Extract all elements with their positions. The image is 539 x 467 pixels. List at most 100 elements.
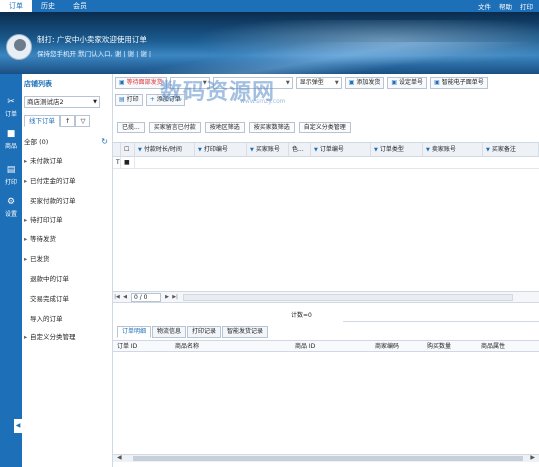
- filter-icon[interactable]: ▼: [138, 147, 142, 153]
- nav-item-settings[interactable]: ⚙ 设置: [0, 194, 22, 224]
- list-item-deposit[interactable]: ▸ 已付定金的订单: [24, 174, 110, 188]
- select-all-checkbox[interactable]: ☐: [121, 143, 135, 157]
- header-label: 打印编号: [203, 146, 228, 153]
- header-label: 卖家账号: [431, 146, 456, 153]
- filter-icon[interactable]: ▼: [250, 147, 254, 153]
- filter-button-5[interactable]: 自定义分类管理: [298, 122, 351, 133]
- filter-icon[interactable]: ▼: [198, 147, 202, 153]
- column-header[interactable]: ▼ 付款时长/时间: [135, 143, 195, 157]
- horizontal-scrollbar[interactable]: [183, 293, 513, 301]
- shop-select[interactable]: 商店测试店2 ▼: [24, 96, 100, 108]
- smart-waybill-button[interactable]: ▣ 智能电子面单号: [430, 77, 488, 89]
- list-item-shipped[interactable]: ▸ 已发货: [24, 252, 110, 266]
- button-label: 添加订单: [156, 96, 181, 103]
- tab-filter[interactable]: ▽: [75, 115, 91, 127]
- column-header[interactable]: ▼ 订单编号: [311, 143, 371, 157]
- filter-button-3[interactable]: 按地区筛选: [204, 122, 245, 133]
- next-page-button[interactable]: ▶: [163, 293, 171, 301]
- set-tracking-number-button[interactable]: ▣ 设定单号: [387, 77, 428, 89]
- tab-orders[interactable]: 订单: [0, 0, 32, 12]
- menu-help[interactable]: 帮助: [499, 1, 512, 11]
- nav-item-orders[interactable]: ✂ 订单: [0, 94, 22, 124]
- refresh-icon[interactable]: ↻: [101, 136, 108, 148]
- list-item-label: 交易完成订单: [30, 295, 69, 303]
- filter-button-2[interactable]: 买家留言已付款: [148, 122, 201, 133]
- tab-smart-shipping-log[interactable]: 智能发货记录: [222, 326, 269, 338]
- grid-pager: |◀ ◀ 0 / 0 ▶ ▶|: [113, 291, 539, 303]
- tab-logistics[interactable]: 物流信息: [152, 326, 187, 338]
- detail-grid-header: 订单 ID 商品名称 商品 ID 商家编码 购买数量 商品属性: [113, 340, 539, 352]
- detail-grid-body: [113, 352, 539, 452]
- plus-icon: +: [149, 96, 155, 103]
- tab-members[interactable]: 会员: [64, 0, 96, 12]
- grid-body: [113, 169, 539, 293]
- print-button[interactable]: ▤ 打印: [115, 94, 143, 106]
- add-order-button[interactable]: + 添加订单: [145, 94, 185, 106]
- list-item-label: 退款中的订单: [30, 275, 69, 283]
- doc-icon: ▣: [434, 79, 440, 86]
- list-item-label: 待打印订单: [30, 216, 63, 224]
- add-shipment-button[interactable]: ▣ 添加发货: [344, 77, 385, 89]
- collapse-left-button[interactable]: ◀: [14, 419, 22, 433]
- filter-select-1[interactable]: [169, 77, 210, 89]
- list-item-completed[interactable]: 交易完成订单: [24, 292, 110, 306]
- list-item-label: 未付款订单: [30, 157, 63, 165]
- detail-tabs: 订单明细 物流信息 打印记录 智能发货记录: [117, 326, 269, 338]
- top-menu-bar: 订单 历史 会员 文件 帮助 打印: [0, 0, 539, 12]
- list-item-buyer-paid[interactable]: 买家付款的订单: [24, 194, 110, 208]
- column-header[interactable]: ▼ 买家备注: [483, 143, 539, 157]
- avatar[interactable]: [6, 34, 32, 60]
- button-label: 打印: [126, 96, 139, 103]
- scroll-right-icon[interactable]: ▶: [530, 454, 535, 461]
- nav-item-products[interactable]: ■ 商品: [0, 126, 22, 156]
- tab-history[interactable]: 历史: [32, 0, 64, 12]
- banner-wave-2: [0, 42, 539, 74]
- filter-row: T ■: [113, 157, 539, 169]
- filter-toolbar: 已揽... 买家留言已付款 按地区筛选 按买家数筛选 自定义分类管理: [117, 122, 351, 134]
- tab-offline-orders[interactable]: 线下订单: [24, 115, 60, 127]
- menu-print[interactable]: 打印: [520, 1, 533, 11]
- list-item-unpaid[interactable]: ▸ 未付款订单: [24, 154, 110, 168]
- nav-item-print[interactable]: ▤ 打印: [0, 162, 22, 192]
- row-checkbox[interactable]: ■: [121, 157, 135, 169]
- page-input[interactable]: 0 / 0: [131, 292, 161, 302]
- filter-icon[interactable]: ▼: [314, 147, 318, 153]
- row-number-header: [113, 143, 121, 157]
- awaiting-shipment-button[interactable]: ▣ 等待面部发货: [115, 77, 167, 89]
- prev-page-button[interactable]: ◀: [121, 293, 129, 301]
- tab-order-details[interactable]: 订单明细: [117, 326, 152, 338]
- bottom-scrollbar[interactable]: ◀ ▶: [113, 454, 539, 462]
- list-item-refunding[interactable]: 退款中的订单: [24, 272, 110, 286]
- first-page-button[interactable]: |◀: [113, 293, 121, 301]
- tab-sort-up[interactable]: ↑: [60, 115, 76, 127]
- scrollbar-thumb[interactable]: [133, 456, 523, 461]
- menu-file[interactable]: 文件: [478, 1, 491, 11]
- column-header[interactable]: ▼ 买家账号: [247, 143, 289, 157]
- filter-select-2[interactable]: [212, 77, 293, 89]
- filter-icon[interactable]: ▼: [374, 147, 378, 153]
- list-item-awaiting-shipment[interactable]: ▸ 等待发货: [24, 232, 110, 246]
- app-window: 订单 历史 会员 文件 帮助 打印 制打: 广安中小卖家欢迎使用订单 保持您手机…: [0, 0, 539, 467]
- scroll-left-icon[interactable]: ◀: [117, 454, 122, 461]
- column-header[interactable]: 色...: [289, 143, 311, 157]
- filter-icon[interactable]: ▼: [426, 147, 430, 153]
- filter-icon[interactable]: ▼: [486, 147, 490, 153]
- tab-print-log[interactable]: 打印记录: [187, 326, 222, 338]
- list-item-custom-category[interactable]: ▸ 自定义分类管理: [24, 330, 110, 344]
- filter-button-4[interactable]: 按买家数筛选: [248, 122, 295, 133]
- all-orders-item[interactable]: 全部 (0) ↻: [24, 136, 110, 148]
- nav-label: 商品: [4, 143, 17, 150]
- filter-button-1[interactable]: 已揽...: [117, 122, 145, 133]
- list-item-imported[interactable]: 导入的订单: [24, 312, 110, 326]
- column-header[interactable]: ▼ 订单类型: [371, 143, 423, 157]
- header-banner: 制打: 广安中小卖家欢迎使用订单 保持您手机开 默门认入口, 谢 | 谢 | 谢…: [0, 12, 539, 74]
- gear-icon: ⚙: [6, 197, 16, 207]
- column-header[interactable]: ▼ 卖家账号: [423, 143, 483, 157]
- secondary-toolbar: ▤ 打印 + 添加订单: [113, 94, 185, 106]
- printer-icon: ▤: [6, 165, 16, 175]
- column-header[interactable]: ▼ 打印编号: [195, 143, 247, 157]
- display-type-select[interactable]: 显示弹型: [295, 77, 342, 89]
- last-page-button[interactable]: ▶|: [171, 293, 179, 301]
- list-item-to-print[interactable]: ▸ 待打印订单: [24, 213, 110, 227]
- all-orders-label: 全部 (0): [24, 138, 49, 146]
